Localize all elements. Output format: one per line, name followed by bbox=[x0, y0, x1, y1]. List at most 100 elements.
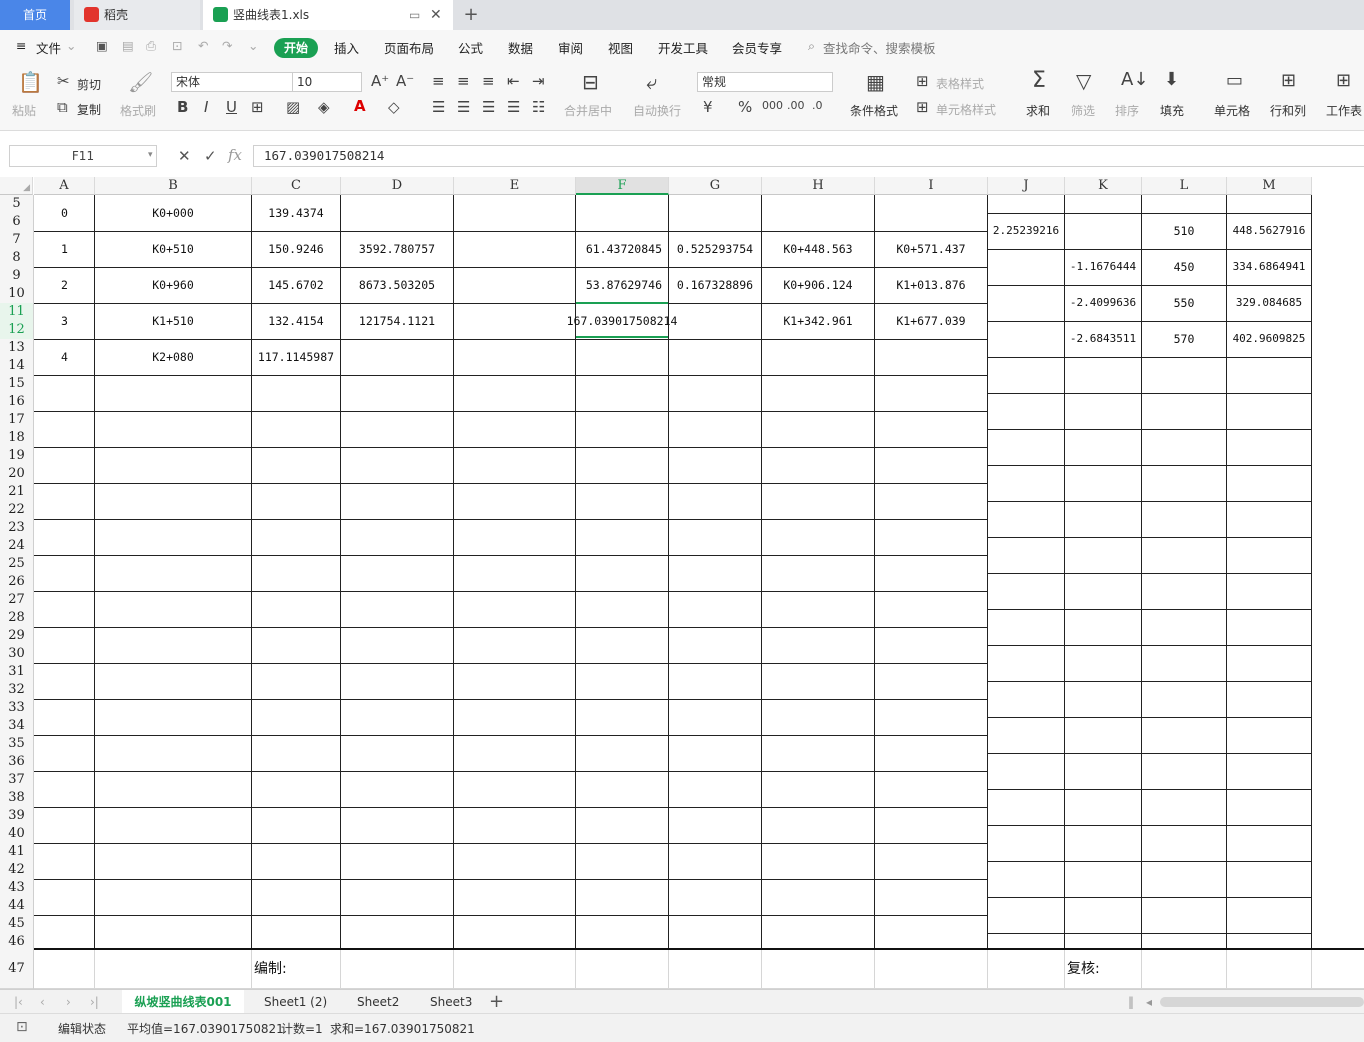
cell-m11[interactable]: 329.084685 bbox=[1227, 294, 1311, 312]
row-header-18[interactable]: 18 bbox=[0, 429, 33, 447]
cell-f9[interactable]: 53.87629746 bbox=[576, 276, 668, 294]
column-header-d[interactable]: D bbox=[341, 177, 454, 195]
cell-b7[interactable]: K0+510 bbox=[95, 240, 251, 258]
command-search[interactable]: 查找命令、搜索模板 bbox=[823, 38, 936, 57]
macro-record-icon[interactable]: ⊡ bbox=[16, 1019, 28, 1035]
filter-icon[interactable]: ▽ bbox=[1076, 71, 1091, 91]
row-header-6[interactable]: 6 bbox=[0, 213, 33, 231]
cell-m9[interactable]: 334.6864941 bbox=[1227, 258, 1311, 276]
horizontal-scrollbar[interactable] bbox=[1160, 997, 1364, 1007]
column-header-l[interactable]: L bbox=[1142, 177, 1227, 195]
menu-start[interactable]: 开始 bbox=[274, 38, 318, 58]
column-header-i[interactable]: I bbox=[875, 177, 988, 195]
decrease-font-icon[interactable]: A⁻ bbox=[396, 74, 414, 89]
spreadsheet-grid[interactable]: ◢ ABCDEFGHIJKLM 5 6 7 8 9 10 11 12 13 14 15 16 17 18 1… bbox=[0, 177, 1364, 989]
font-size-select[interactable]: 10 bbox=[292, 72, 362, 92]
row-header-21[interactable]: 21 bbox=[0, 483, 33, 501]
row-header-37[interactable]: 37 bbox=[0, 771, 33, 789]
row-header-10[interactable]: 10 bbox=[0, 285, 33, 303]
cell-j7[interactable]: 2.25239216 bbox=[988, 222, 1064, 240]
sort-button[interactable]: 排序 bbox=[1115, 102, 1139, 119]
row-header-33[interactable]: 33 bbox=[0, 699, 33, 717]
italic-icon[interactable]: I bbox=[204, 100, 208, 115]
row-header-44[interactable]: 44 bbox=[0, 897, 33, 915]
row-header-19[interactable]: 19 bbox=[0, 447, 33, 465]
format-painter-button[interactable]: 格式刷 bbox=[120, 102, 156, 119]
cell-style-icon[interactable]: ⊞ bbox=[916, 100, 929, 115]
cell-h7[interactable]: K0+448.563 bbox=[762, 240, 874, 258]
row-header-20[interactable]: 20 bbox=[0, 465, 33, 483]
tab-daoke[interactable]: 稻壳 bbox=[74, 0, 200, 30]
currency-icon[interactable]: ¥ bbox=[703, 100, 713, 115]
thousands-icon[interactable]: 000 bbox=[762, 100, 783, 111]
row-header-23[interactable]: 23 bbox=[0, 519, 33, 537]
row-header-8[interactable]: 8 bbox=[0, 249, 33, 267]
worksheet-icon[interactable]: ⊞ bbox=[1336, 72, 1351, 90]
border-icon[interactable]: ⊞ bbox=[251, 100, 264, 115]
row-header-39[interactable]: 39 bbox=[0, 807, 33, 825]
row-column-button[interactable]: 行和列 bbox=[1270, 102, 1306, 119]
menu-review[interactable]: 审阅 bbox=[558, 38, 583, 57]
sum-icon[interactable]: Σ bbox=[1032, 70, 1046, 92]
row-header-28[interactable]: 28 bbox=[0, 609, 33, 627]
row-header-27[interactable]: 27 bbox=[0, 591, 33, 609]
row-header-13[interactable]: 13 bbox=[0, 339, 33, 357]
row-header-7[interactable]: 7 bbox=[0, 231, 33, 249]
close-tab-icon[interactable]: ✕ bbox=[430, 0, 442, 30]
hamburger-icon[interactable]: ≡ bbox=[16, 38, 26, 53]
cell-i7[interactable]: K0+571.437 bbox=[875, 240, 987, 258]
column-header-c[interactable]: C bbox=[252, 177, 341, 195]
search-icon[interactable]: ⌕ bbox=[808, 38, 815, 54]
table-style-button[interactable]: 表格样式 bbox=[936, 75, 984, 92]
cell-a9[interactable]: 2 bbox=[35, 276, 94, 294]
cell-c9[interactable]: 145.6702 bbox=[252, 276, 340, 294]
sort-icon[interactable]: A↓ bbox=[1121, 71, 1148, 89]
wrap-text-icon[interactable]: ⤶ bbox=[646, 72, 657, 92]
align-right-icon[interactable]: ☰ bbox=[482, 100, 495, 115]
column-header-f[interactable]: F bbox=[576, 177, 669, 195]
align-left-icon[interactable]: ☰ bbox=[432, 100, 445, 115]
menu-page-layout[interactable]: 页面布局 bbox=[384, 38, 434, 57]
menu-data[interactable]: 数据 bbox=[508, 38, 533, 57]
cell-a7[interactable]: 1 bbox=[35, 240, 94, 258]
cell-style-button[interactable]: 单元格样式 bbox=[936, 101, 996, 118]
row-header-25[interactable]: 25 bbox=[0, 555, 33, 573]
cut-button[interactable]: 剪切 bbox=[77, 76, 101, 93]
row-header-11[interactable]: 11 bbox=[0, 303, 33, 321]
name-box[interactable]: F11 bbox=[9, 145, 157, 167]
font-family-select[interactable]: 宋体 bbox=[171, 72, 293, 92]
export-icon[interactable]: ▤ bbox=[122, 38, 134, 53]
sheet-tab[interactable]: Sheet1 (2) bbox=[264, 990, 327, 1014]
cell-a5[interactable]: 0 bbox=[35, 204, 94, 222]
cell-k13[interactable]: -2.6843511 bbox=[1065, 330, 1141, 348]
cell-c7[interactable]: 150.9246 bbox=[252, 240, 340, 258]
row-header-12[interactable]: 12 bbox=[0, 321, 33, 339]
merge-cells-icon[interactable]: ⊟ bbox=[582, 72, 599, 92]
scissors-icon[interactable]: ✂ bbox=[57, 74, 70, 89]
sum-button[interactable]: 求和 bbox=[1026, 102, 1050, 119]
justify-icon[interactable]: ☰ bbox=[507, 100, 520, 115]
row-header-38[interactable]: 38 bbox=[0, 789, 33, 807]
menu-insert[interactable]: 插入 bbox=[334, 38, 359, 57]
confirm-icon[interactable]: ✓ bbox=[204, 147, 217, 165]
row-header-26[interactable]: 26 bbox=[0, 573, 33, 591]
copy-icon[interactable]: ⧉ bbox=[57, 100, 68, 115]
wrap-text-button[interactable]: 自动换行 bbox=[633, 102, 681, 119]
scroll-left-icon[interactable]: ◂ bbox=[1146, 990, 1152, 1014]
indent-icon[interactable]: ⇥ bbox=[532, 74, 545, 89]
cell-l9[interactable]: 450 bbox=[1142, 258, 1226, 276]
print-preview-icon[interactable]: ⊡ bbox=[172, 38, 182, 53]
bold-icon[interactable]: B bbox=[177, 100, 188, 115]
number-format-select[interactable]: 常规 bbox=[697, 72, 833, 92]
increase-decimal-icon[interactable]: .00 bbox=[787, 100, 805, 111]
cell-a13[interactable]: 4 bbox=[35, 348, 94, 366]
cell-k11[interactable]: -2.4099636 bbox=[1065, 294, 1141, 312]
row-header-45[interactable]: 45 bbox=[0, 915, 33, 933]
next-sheet-icon[interactable]: › bbox=[66, 990, 71, 1014]
row-header-31[interactable]: 31 bbox=[0, 663, 33, 681]
clear-format-icon[interactable]: ◇ bbox=[388, 100, 400, 115]
cell-a11[interactable]: 3 bbox=[35, 312, 94, 330]
outdent-icon[interactable]: ⇤ bbox=[507, 74, 520, 89]
tab-home[interactable]: 首页 bbox=[0, 0, 70, 30]
cell-d11[interactable]: 121754.1121 bbox=[341, 312, 453, 330]
